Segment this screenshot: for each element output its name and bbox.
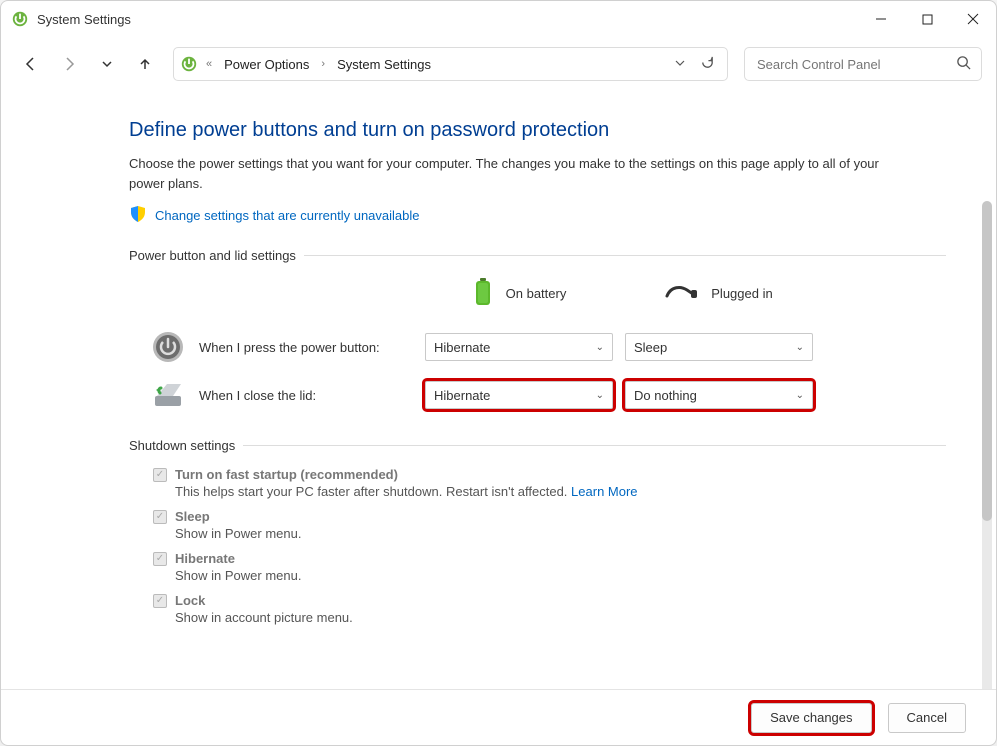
refresh-button[interactable]: [700, 55, 715, 73]
shutdown-item-desc: Show in Power menu.: [153, 568, 946, 583]
power-button-icon: [151, 330, 185, 364]
scrollbar-thumb[interactable]: [982, 201, 992, 521]
shutdown-item-label: Hibernate: [175, 551, 235, 566]
shield-icon: [129, 205, 147, 226]
section-power-lid-heading: Power button and lid settings: [129, 248, 946, 263]
dropdown-power-button-battery[interactable]: Hibernate ⌄: [425, 333, 613, 361]
shutdown-item-hibernate: ✓ Hibernate Show in Power menu.: [153, 551, 946, 583]
breadcrumb-item-power-options[interactable]: Power Options: [220, 55, 313, 74]
search-box[interactable]: [744, 47, 982, 81]
col-on-battery-label: On battery: [506, 286, 567, 301]
shutdown-item-desc: Show in account picture menu.: [153, 610, 946, 625]
chevron-down-icon[interactable]: [674, 57, 686, 72]
chevron-right-icon: ›: [319, 58, 327, 70]
body: Define power buttons and turn on passwor…: [1, 91, 996, 689]
page-title: Define power buttons and turn on passwor…: [129, 119, 946, 142]
shutdown-settings-list: ✓ Turn on fast startup (recommended) Thi…: [129, 467, 946, 625]
search-input[interactable]: [755, 56, 948, 73]
section-shutdown-heading: Shutdown settings: [129, 438, 946, 453]
battery-icon: [472, 277, 494, 310]
row-power-button-label: When I press the power button:: [199, 340, 380, 355]
up-button[interactable]: [129, 48, 161, 80]
save-button[interactable]: Save changes: [751, 703, 871, 733]
chevron-down-icon: ⌄: [596, 342, 604, 353]
plug-icon: [665, 282, 699, 305]
breadcrumb[interactable]: « Power Options › System Settings: [173, 47, 728, 81]
checkbox-sleep[interactable]: ✓: [153, 510, 167, 524]
checkbox-lock[interactable]: ✓: [153, 594, 167, 608]
dropdown-value: Hibernate: [434, 340, 490, 355]
maximize-button[interactable]: [904, 1, 950, 37]
breadcrumb-separator: «: [204, 58, 214, 70]
uac-row: Change settings that are currently unava…: [129, 205, 946, 226]
back-button[interactable]: [15, 48, 47, 80]
dropdown-value: Sleep: [634, 340, 667, 355]
window-title: System Settings: [37, 12, 858, 27]
titlebar: System Settings: [1, 1, 996, 37]
learn-more-link[interactable]: Learn More: [571, 484, 637, 499]
power-options-icon: [11, 10, 29, 28]
recent-locations-button[interactable]: [91, 48, 123, 80]
shutdown-item-label: Sleep: [175, 509, 210, 524]
power-options-icon: [180, 55, 198, 73]
chevron-down-icon: ⌄: [596, 390, 604, 401]
shutdown-item-sleep: ✓ Sleep Show in Power menu.: [153, 509, 946, 541]
col-plugged-in-label: Plugged in: [711, 286, 772, 301]
breadcrumb-item-system-settings[interactable]: System Settings: [333, 55, 435, 74]
shutdown-item-lock: ✓ Lock Show in account picture menu.: [153, 593, 946, 625]
row-power-button: When I press the power button:: [129, 330, 419, 364]
col-on-battery: On battery: [419, 277, 619, 316]
chevron-down-icon: ⌄: [796, 342, 804, 353]
search-icon: [956, 55, 971, 73]
row-close-lid-label: When I close the lid:: [199, 388, 316, 403]
dropdown-value: Hibernate: [434, 388, 490, 403]
dropdown-value: Do nothing: [634, 388, 697, 403]
shutdown-item-label: Lock: [175, 593, 205, 608]
minimize-button[interactable]: [858, 1, 904, 37]
scrollbar[interactable]: [982, 201, 992, 689]
content: Define power buttons and turn on passwor…: [1, 91, 996, 689]
close-button[interactable]: [950, 1, 996, 37]
lid-icon: [151, 378, 185, 412]
shutdown-item-desc: This helps start your PC faster after sh…: [153, 484, 946, 499]
footer: Save changes Cancel: [1, 689, 996, 745]
row-close-lid: When I close the lid:: [129, 378, 419, 412]
chevron-down-icon: ⌄: [796, 390, 804, 401]
section-power-lid-label: Power button and lid settings: [129, 248, 296, 263]
page-subtitle: Choose the power settings that you want …: [129, 154, 889, 193]
forward-button[interactable]: [53, 48, 85, 80]
shutdown-item-label: Turn on fast startup (recommended): [175, 467, 398, 482]
dropdown-close-lid-battery[interactable]: Hibernate ⌄: [425, 381, 613, 409]
divider: [243, 445, 946, 446]
shutdown-item-desc: Show in Power menu.: [153, 526, 946, 541]
divider: [304, 255, 946, 256]
window: System Settings « Power Option: [0, 0, 997, 746]
dropdown-power-button-plugged[interactable]: Sleep ⌄: [625, 333, 813, 361]
dropdown-close-lid-plugged[interactable]: Do nothing ⌄: [625, 381, 813, 409]
section-shutdown-label: Shutdown settings: [129, 438, 235, 453]
shutdown-item-fast-startup: ✓ Turn on fast startup (recommended) Thi…: [153, 467, 946, 499]
checkbox-fast-startup[interactable]: ✓: [153, 468, 167, 482]
cancel-button[interactable]: Cancel: [888, 703, 966, 733]
col-plugged-in: Plugged in: [619, 282, 819, 311]
power-lid-grid: On battery Plugged in When I press the p…: [129, 277, 946, 412]
checkbox-hibernate[interactable]: ✓: [153, 552, 167, 566]
uac-link[interactable]: Change settings that are currently unava…: [155, 208, 420, 223]
navbar: « Power Options › System Settings: [1, 37, 996, 91]
